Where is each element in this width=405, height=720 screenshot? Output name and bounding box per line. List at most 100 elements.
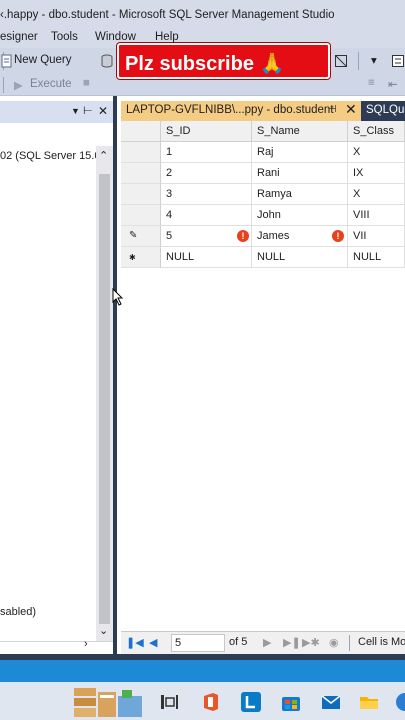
status-bar [0,660,405,682]
column-header-s-class[interactable]: S_Class [348,121,405,142]
row-selector[interactable] [121,163,161,184]
subscribe-text: Plz subscribe 🙏 [125,53,285,75]
record-number: 5 [175,637,182,649]
chevron-down-icon[interactable]: ⌄ [99,624,108,637]
cell-value: NULL [353,251,382,263]
previous-record-icon[interactable]: ◀ [149,636,157,649]
properties-icon[interactable] [391,54,405,68]
panel-pin-icon[interactable]: ⊢ [83,104,93,117]
table-row[interactable]: 2 Rani IX [121,163,405,184]
tab-pin-icon[interactable]: ⊣ [328,104,337,115]
first-record-icon[interactable]: ❚◀ [126,636,144,649]
cell-s-name[interactable]: John [252,205,348,226]
stop-icon[interactable]: ◉ [329,636,339,649]
tab-sql-query[interactable]: SQLQue [361,101,405,121]
database-icon[interactable] [100,54,114,68]
cell-s-class[interactable]: VII [348,226,405,247]
cell-value: X [353,188,361,200]
cell-s-name[interactable]: Rani [252,163,348,184]
table-row-new[interactable]: ✱ NULL NULL NULL [121,247,405,268]
cell-value: James [257,230,290,242]
menu-item-window[interactable]: Window [95,31,136,43]
tab-close-icon[interactable]: ✕ [345,101,357,118]
next-record-icon[interactable]: ▶ [263,636,271,649]
row-selector[interactable] [121,184,161,205]
subscribe-banner: Plz subscribe 🙏 [117,43,330,79]
store-icon[interactable] [280,691,302,713]
row-selector[interactable]: ✱ [121,247,161,268]
column-header-s-name[interactable]: S_Name [252,121,348,142]
row-selector-header[interactable] [121,121,161,142]
cell-s-class[interactable]: X [348,142,405,163]
table-row-editing[interactable]: ✎ 5! James! VII [121,226,405,247]
cell-value: 4 [166,209,173,221]
column-header-label: S_Name [257,125,300,137]
server-node[interactable]: 02 (SQL Server 15.0.2 [0,150,110,162]
toolbox-icon[interactable] [334,54,348,68]
execute-button[interactable]: Execute [30,78,72,90]
indent-icon[interactable]: ⇤ [388,77,398,91]
app-icon[interactable] [394,691,405,713]
shelf-widget-icon[interactable] [74,686,144,718]
panel-close-icon[interactable]: ✕ [98,104,108,118]
cell-s-id[interactable]: 5! [161,226,252,247]
cell-value: 1 [166,146,173,158]
error-icon[interactable]: ! [332,230,344,242]
cell-value: 3 [166,188,173,200]
current-record-field[interactable]: 5 [171,634,225,652]
menu-item-tools[interactable]: Tools [51,31,78,43]
linkedin-learning-icon[interactable] [240,691,262,713]
cell-s-class[interactable]: VIII [348,205,405,226]
title-bar: ‹.happy - dbo.student - Microsoft SQL Se… [0,0,405,30]
office-icon[interactable] [200,691,222,713]
row-selector[interactable]: ✎ [121,226,161,247]
cell-s-name[interactable]: Ramya [252,184,348,205]
task-view-icon[interactable] [158,691,180,713]
cell-s-class[interactable]: NULL [348,247,405,268]
menu-item-designer[interactable]: esigner [0,31,38,43]
column-header-s-id[interactable]: S_ID [161,121,252,142]
tab-dbo-student[interactable]: LAPTOP-GVFLNIBB\...ppy - dbo.student ⊣ ✕ [121,101,361,121]
new-record-icon[interactable]: ▶✱ [302,636,320,649]
cell-s-class[interactable]: X [348,184,405,205]
mail-icon[interactable] [320,691,342,713]
scroll-right-icon[interactable]: › [84,638,88,650]
cell-s-id[interactable]: NULL [161,247,252,268]
dropdown-arrow-icon[interactable]: ▾ [371,53,377,67]
cell-s-name[interactable]: NULL [252,247,348,268]
last-record-icon[interactable]: ▶❚ [283,636,301,649]
new-query-button[interactable]: New Query [14,54,72,66]
cell-s-class[interactable]: IX [348,163,405,184]
cell-status-text: Cell is Mo [358,636,405,648]
align-icon[interactable]: ≡ [368,77,375,89]
cell-s-id[interactable]: 1 [161,142,252,163]
tree-node-disabled[interactable]: sabled) [0,606,36,618]
row-selector[interactable] [121,205,161,226]
table-row[interactable]: 4 John VIII [121,205,405,226]
cell-s-id[interactable]: 4 [161,205,252,226]
table-row[interactable]: 1 Raj X [121,142,405,163]
cell-s-id[interactable]: 3 [161,184,252,205]
cell-value: John [257,209,281,221]
table-row[interactable]: 3 Ramya X [121,184,405,205]
cell-s-id[interactable]: 2 [161,163,252,184]
error-icon[interactable]: ! [237,230,249,242]
file-explorer-icon[interactable] [358,691,380,713]
execute-icon: ▶ [14,80,23,92]
cell-value: VII [353,230,367,242]
new-query-icon[interactable] [0,54,14,68]
panel-dropdown-icon[interactable]: ▼ [71,106,80,116]
cell-s-name[interactable]: James! [252,226,348,247]
stop-icon[interactable]: ■ [83,77,90,89]
row-selector[interactable] [121,142,161,163]
object-explorer-scrollbar[interactable]: ⌃ ⌄ [96,146,113,641]
cell-value: Ramya [257,188,292,200]
object-explorer-panel: ▼ ⊢ ✕ 02 (SQL Server 15.0.2 ⌃ ⌄ sabled) … [0,96,117,654]
pencil-icon: ✎ [129,230,138,241]
cell-value: Raj [257,146,274,158]
table-data-grid: S_ID S_Name S_Class 1 Raj X 2 Rani IX 3 … [121,121,405,631]
scroll-thumb[interactable] [99,174,110,624]
chevron-up-icon[interactable]: ⌃ [99,149,108,162]
cell-s-name[interactable]: Raj [252,142,348,163]
menu-item-help[interactable]: Help [155,31,179,43]
